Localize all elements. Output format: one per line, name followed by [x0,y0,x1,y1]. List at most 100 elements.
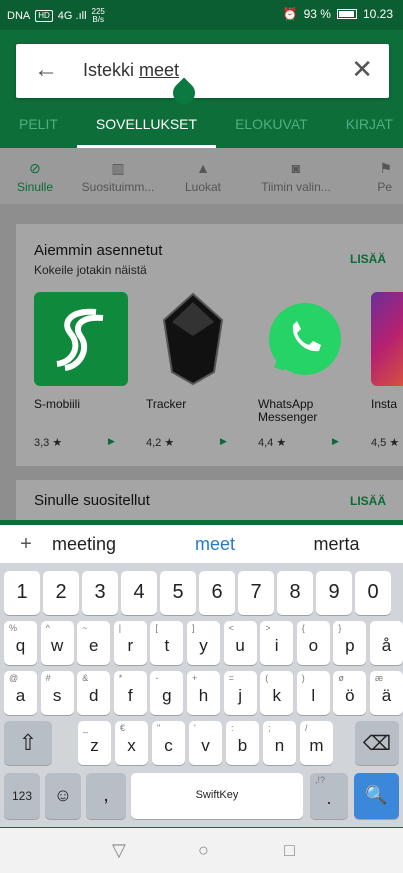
key-w[interactable]: ^ w [40,621,74,665]
shift-key[interactable]: ⇧ [4,721,52,765]
suggestion-left[interactable]: meeting [52,534,160,555]
subcategory-label: Luokat [184,180,222,194]
key-label: , [103,784,109,806]
key-y[interactable]: ] y [187,621,220,665]
comma-key[interactable]: , [86,773,126,819]
key-i[interactable]: > i [260,621,294,665]
subcategory-for-you[interactable]: ⊘ Sinulle [0,148,70,204]
key-9[interactable]: 9 [316,571,352,615]
clock: 10.23 [362,7,393,21]
key-0[interactable]: 0 [355,571,391,615]
search-bar[interactable]: ← Istekki meet ✕ [16,44,389,98]
key-secondary-label: ( [265,673,269,683]
key-m[interactable]: / m [300,721,333,765]
key-j[interactable]: = j [223,671,257,715]
search-enter-key[interactable]: 🔍 [354,773,399,819]
key-l[interactable]: ) l [296,671,330,715]
key-ö[interactable]: øö [333,671,367,715]
subcategory-editors-choice[interactable]: ◙ Tiimin valin... [240,148,352,204]
key-8[interactable]: 8 [277,571,313,615]
speed-unit: B/s [92,15,104,24]
app-card-whatsapp[interactable]: WhatsApp Messenger 4,4 ★ ▶ [258,292,358,449]
key-secondary-label: ' [194,723,196,733]
suggestion-right[interactable]: merta [270,534,403,555]
more-button[interactable]: LISÄÄ [350,494,386,508]
expand-toolbar-button[interactable]: + [0,533,52,556]
app-card-s-mobiili[interactable]: S-mobiili 3,3 ★ ▶ [34,292,134,449]
period-key[interactable]: ,!?. [310,773,348,819]
subcategory-label: Sinulle [16,180,54,194]
key-secondary-label: ^ [45,623,50,633]
key-e[interactable]: ~ e [77,621,111,665]
key-n[interactable]: ; n [263,721,296,765]
key-label: n [274,736,285,755]
suggestion-center[interactable]: meet [160,534,270,555]
app-card-instagram[interactable]: Insta 4,5 ★ [371,292,403,449]
tab-apps[interactable]: SOVELLUKSET [76,104,217,148]
key-secondary-label: { [301,623,305,633]
key-3[interactable]: 3 [82,571,118,615]
key-label: r [127,636,134,655]
key-1[interactable]: 1 [4,571,40,615]
subcategory-categories[interactable]: ▲ Luokat [166,148,240,204]
symbols-key[interactable]: 123 [4,773,40,819]
key-å[interactable]: å [370,621,403,665]
key-secondary-label: : [231,723,234,733]
key-r[interactable]: | r [113,621,147,665]
spacebar-key[interactable]: SwiftKey [131,773,303,819]
key-c[interactable]: " c [152,721,185,765]
key-b[interactable]: :b [226,721,259,765]
key-label: w [50,636,64,655]
back-nav-icon[interactable]: ▽ [112,840,126,861]
key-secondary-label: ~ [82,623,88,633]
key-u[interactable]: < u [223,621,257,665]
key-v[interactable]: ' v [189,721,222,765]
key-x[interactable]: € x [115,721,148,765]
key-d[interactable]: & d [77,671,111,715]
key-s[interactable]: # s [40,671,74,715]
home-nav-icon[interactable]: ○ [198,840,209,861]
key-label: p [345,636,355,655]
whatsapp-icon [258,292,352,386]
emoji-key[interactable]: ☺ [45,773,81,819]
hd-badge: HD [35,10,53,22]
app-rating: 4,4 ★ [258,437,287,449]
key-h[interactable]: + h [187,671,220,715]
key-secondary-label: = [228,673,234,683]
key-5[interactable]: 5 [160,571,196,615]
key-7[interactable]: 7 [238,571,274,615]
clear-icon[interactable]: ✕ [351,56,373,82]
key-g[interactable]: -g [150,671,184,715]
key-f[interactable]: * f [113,671,147,715]
key-z[interactable]: _ z [78,721,111,765]
tab-movies[interactable]: ELOKUVAT [216,104,327,148]
key-label: d [88,686,99,705]
recents-nav-icon[interactable]: □ [284,840,295,861]
key-ä[interactable]: æä [370,671,403,715]
subcategory-top-charts[interactable]: ▥ Suosituimm... [70,148,166,204]
search-input[interactable]: Istekki meet [83,60,179,81]
key-secondary-label: @ [9,673,19,683]
key-4[interactable]: 4 [121,571,157,615]
tab-books[interactable]: KIRJAT [327,104,403,148]
key-p[interactable]: } p [333,621,367,665]
key-6[interactable]: 6 [199,571,235,615]
key-a[interactable]: @ a [4,671,37,715]
key-label: i [274,636,279,655]
key-label: t [164,636,170,655]
category-tabs: PELIT SOVELLUKSET ELOKUVAT KIRJAT [0,104,403,148]
app-card-tracker[interactable]: Tracker 4,2 ★ ▶ [146,292,246,449]
key-2[interactable]: 2 [43,571,79,615]
back-arrow-icon[interactable]: ← [34,58,58,82]
more-button[interactable]: LISÄÄ [350,252,386,266]
key-o[interactable]: {o [296,621,330,665]
subcategory-family[interactable]: ⚑ Pe [352,148,392,204]
key-label: 123 [11,789,33,803]
backspace-key[interactable]: ⌫ [355,721,399,765]
key-q[interactable]: % q [4,621,37,665]
key-label: k [272,686,281,705]
key-k[interactable]: (k [260,671,294,715]
key-t[interactable]: [t [150,621,184,665]
tab-games[interactable]: PELIT [0,104,77,148]
key-secondary-label: & [82,673,89,683]
